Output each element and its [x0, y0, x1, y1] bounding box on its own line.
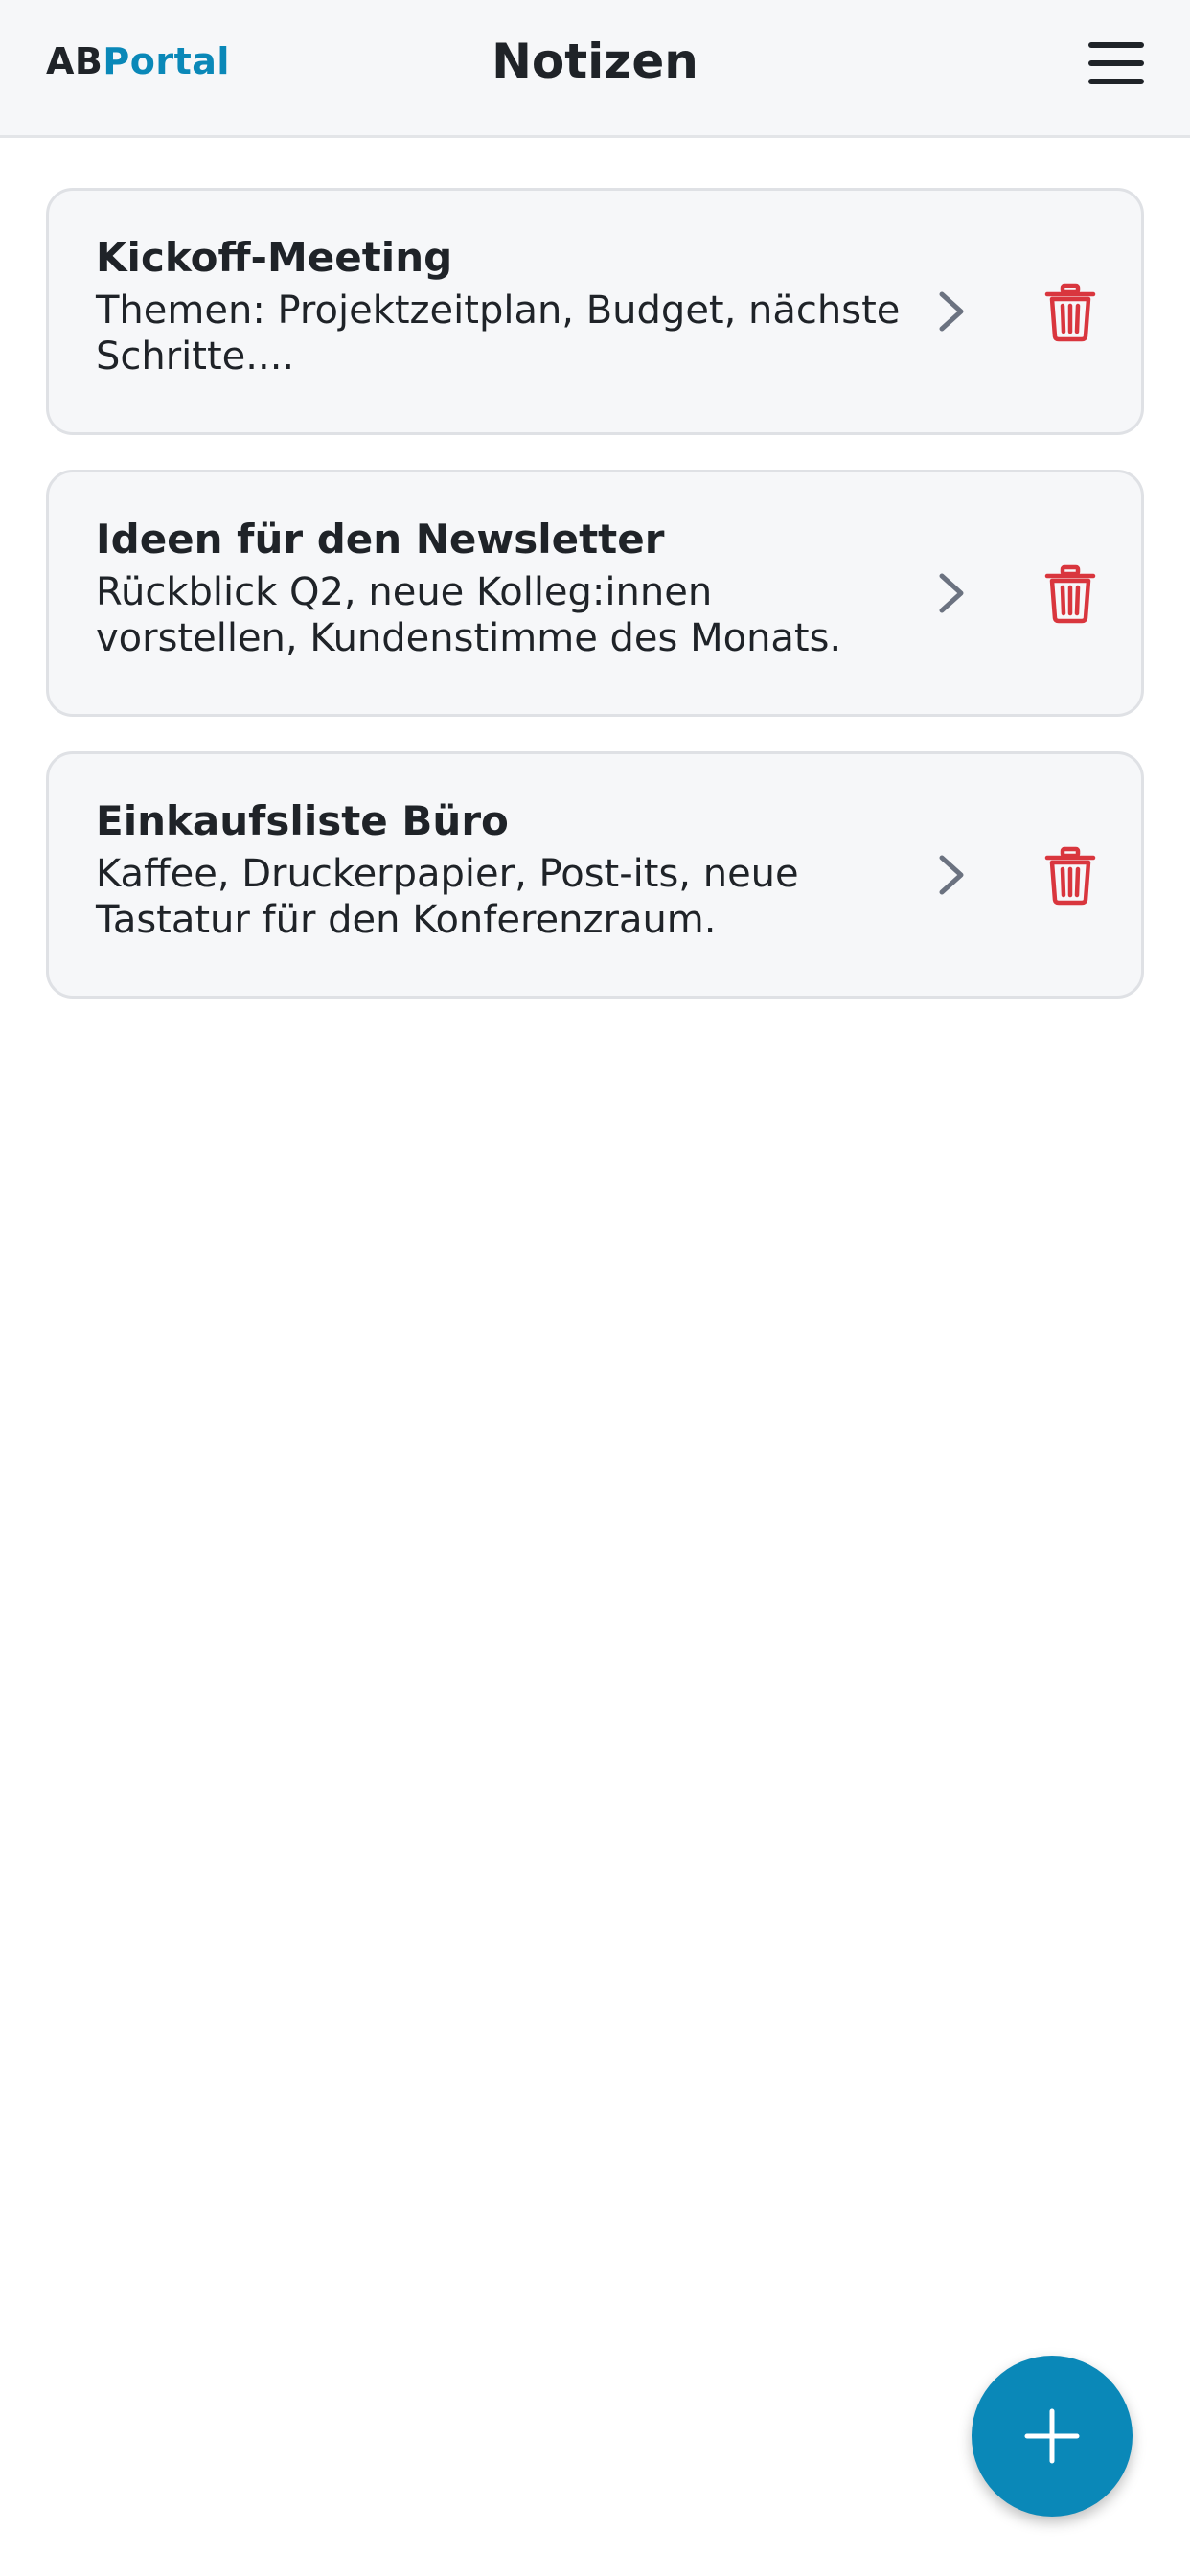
note-card[interactable]: Ideen für den Newsletter Rückblick Q2, n…: [46, 470, 1144, 717]
note-title: Kickoff-Meeting: [96, 234, 453, 281]
chevron-right-icon[interactable]: [934, 850, 973, 900]
note-preview: Kaffee, Druckerpapier, Post-its, neue Ta…: [96, 852, 799, 942]
note-preview: Rückblick Q2, neue Kolleg:innen vorstell…: [96, 570, 842, 660]
notes-list: Kickoff-Meeting Themen: Projektzeitplan,…: [46, 188, 1144, 1033]
hamburger-menu-icon: [1088, 79, 1144, 84]
note-card[interactable]: Kickoff-Meeting Themen: Projektzeitplan,…: [46, 188, 1144, 435]
hamburger-menu-icon: [1088, 60, 1144, 66]
plus-icon: [1024, 2408, 1080, 2464]
note-title: Ideen für den Newsletter: [96, 516, 665, 563]
note-card[interactable]: Einkaufsliste Büro Kaffee, Druckerpapier…: [46, 751, 1144, 999]
chevron-right-icon[interactable]: [934, 287, 973, 336]
hamburger-menu-icon: [1088, 42, 1144, 48]
note-title: Einkaufsliste Büro: [96, 797, 509, 844]
page-title: Notizen: [492, 34, 698, 89]
trash-icon[interactable]: [1041, 564, 1099, 624]
hamburger-menu-button[interactable]: [1083, 38, 1152, 88]
chevron-right-icon[interactable]: [934, 568, 973, 618]
add-note-button[interactable]: [972, 2356, 1133, 2517]
trash-icon[interactable]: [1041, 283, 1099, 342]
app-header: ABPortal Notizen: [0, 0, 1190, 138]
trash-icon[interactable]: [1041, 846, 1099, 906]
note-preview: Themen: Projektzeitplan, Budget, nächste…: [96, 288, 901, 379]
